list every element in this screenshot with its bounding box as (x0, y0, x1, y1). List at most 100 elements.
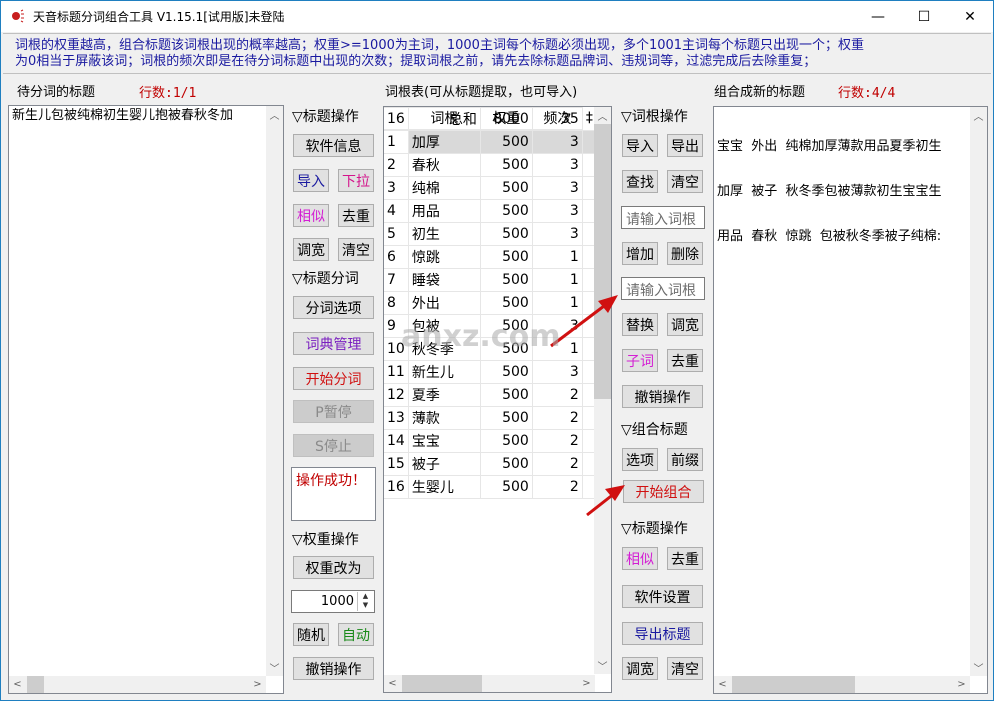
software-info-button[interactable]: 软件信息 (293, 134, 374, 157)
row-frequency[interactable]: 2 (532, 475, 583, 499)
source-horizontal-scrollbar[interactable]: < > (9, 676, 266, 693)
row-word[interactable]: 新生儿 (408, 360, 481, 384)
row-weight[interactable]: 500 (480, 452, 533, 476)
row-frequency[interactable]: 3 (532, 360, 583, 384)
stop-button[interactable]: S停止 (293, 434, 374, 457)
table-row[interactable]: 12 夏季 500 2 (384, 383, 597, 407)
row-word[interactable]: 被子 (408, 452, 481, 476)
scroll-up-icon[interactable]: ︿ (594, 107, 611, 124)
row-index[interactable]: 3 (384, 176, 409, 200)
row-frequency[interactable]: 2 (532, 452, 583, 476)
dedupe-output-button[interactable]: 去重 (667, 547, 703, 570)
row-index[interactable]: 5 (384, 222, 409, 246)
scroll-thumb[interactable] (594, 124, 611, 399)
root-input-1[interactable]: 请输入词根 (621, 206, 705, 229)
row-weight[interactable]: 500 (480, 222, 533, 246)
subword-button[interactable]: 子词 (622, 349, 658, 372)
table-vertical-scrollbar[interactable]: ︿ ﹀ (594, 107, 611, 674)
scroll-left-icon[interactable]: < (384, 675, 401, 692)
weight-value-stepper[interactable]: 1000 ▲ ▼ (291, 590, 375, 613)
table-row[interactable]: 2 春秋 500 3 (384, 153, 597, 177)
table-row[interactable]: 7 睡袋 500 1 (384, 268, 597, 292)
scroll-thumb[interactable] (732, 676, 855, 693)
row-index[interactable]: 7 (384, 268, 409, 292)
delete-root-button[interactable]: 删除 (667, 242, 703, 265)
clear-roots-button[interactable]: 清空 (667, 170, 703, 193)
scroll-right-icon[interactable]: > (953, 676, 970, 693)
row-frequency[interactable]: 3 (532, 153, 583, 177)
row-frequency[interactable]: 3 (532, 130, 583, 154)
row-frequency[interactable]: 2 (532, 383, 583, 407)
start-combine-button[interactable]: 开始组合 (623, 480, 704, 503)
table-row[interactable]: 4 用品 500 3 (384, 199, 597, 223)
table-row[interactable]: 16 生婴儿 500 2 (384, 475, 597, 499)
scroll-thumb[interactable] (402, 675, 482, 692)
scroll-down-icon[interactable]: ﹀ (594, 657, 611, 674)
scroll-down-icon[interactable]: ﹀ (970, 659, 987, 676)
row-word[interactable]: 包被 (408, 314, 481, 338)
dropdown-button[interactable]: 下拉 (338, 169, 374, 192)
close-button[interactable]: ✕ (947, 1, 993, 32)
row-index[interactable]: 12 (384, 383, 409, 407)
combine-options-button[interactable]: 选项 (622, 448, 658, 471)
row-index[interactable]: 4 (384, 199, 409, 223)
row-weight[interactable]: 500 (480, 406, 533, 430)
row-word[interactable]: 初生 (408, 222, 481, 246)
scroll-down-icon[interactable]: ﹀ (266, 659, 283, 676)
row-index[interactable]: 10 (384, 337, 409, 361)
clear-output-button[interactable]: 清空 (667, 657, 703, 680)
row-word[interactable]: 睡袋 (408, 268, 481, 292)
dedupe-roots-button[interactable]: 去重 (667, 349, 703, 372)
random-button[interactable]: 随机 (293, 623, 329, 646)
combined-vertical-scrollbar[interactable]: ︿ ﹀ (970, 107, 987, 676)
row-index[interactable]: 9 (384, 314, 409, 338)
import-roots-button[interactable]: 导入 (622, 134, 658, 157)
row-index[interactable]: 8 (384, 291, 409, 315)
dedupe-titles-button[interactable]: 去重 (338, 204, 374, 227)
scroll-left-icon[interactable]: < (9, 676, 26, 693)
row-word[interactable]: 薄款 (408, 406, 481, 430)
stepper-arrows-icon[interactable]: ▲ ▼ (357, 592, 373, 611)
auto-button[interactable]: 自动 (338, 623, 374, 646)
scroll-thumb[interactable] (27, 676, 44, 693)
table-row[interactable]: 6 惊跳 500 1 (384, 245, 597, 269)
row-frequency[interactable]: 3 (532, 199, 583, 223)
row-index[interactable]: 16 (384, 475, 409, 499)
find-root-button[interactable]: 查找 (622, 170, 658, 193)
clear-titles-button[interactable]: 清空 (338, 238, 374, 261)
widen-table-button[interactable]: 调宽 (667, 313, 703, 336)
row-frequency[interactable]: 3 (532, 222, 583, 246)
row-frequency[interactable]: 2 (532, 406, 583, 430)
dict-manage-button[interactable]: 词典管理 (293, 332, 374, 355)
table-row[interactable]: 13 薄款 500 2 (384, 406, 597, 430)
scroll-up-icon[interactable]: ︿ (266, 106, 283, 123)
scroll-right-icon[interactable]: > (249, 676, 266, 693)
pause-button[interactable]: P暂停 (293, 400, 374, 423)
row-weight[interactable]: 500 (480, 130, 533, 154)
source-vertical-scrollbar[interactable]: ︿ ﹀ (266, 106, 283, 676)
start-seg-button[interactable]: 开始分词 (293, 367, 374, 390)
row-weight[interactable]: 500 (480, 383, 533, 407)
seg-options-button[interactable]: 分词选项 (293, 296, 374, 319)
row-weight[interactable]: 500 (480, 153, 533, 177)
widen-output-button[interactable]: 调宽 (622, 657, 658, 680)
row-index[interactable]: 15 (384, 452, 409, 476)
combined-titles-textarea[interactable]: 宝宝 外出 纯棉加厚薄款用品夏季初生 加厚 被子 秋冬季包被薄款初生宝宝生 用品… (713, 106, 988, 694)
combined-horizontal-scrollbar[interactable]: < > (714, 676, 970, 693)
export-titles-button[interactable]: 导出标题 (622, 622, 703, 645)
table-row[interactable]: 3 纯棉 500 3 (384, 176, 597, 200)
row-weight[interactable]: 500 (480, 268, 533, 292)
scroll-left-icon[interactable]: < (714, 676, 731, 693)
similar-titles-button[interactable]: 相似 (293, 204, 329, 227)
row-word[interactable]: 春秋 (408, 153, 481, 177)
table-horizontal-scrollbar[interactable]: < > (384, 675, 595, 692)
row-weight[interactable]: 500 (480, 429, 533, 453)
weight-change-button[interactable]: 权重改为 (293, 556, 374, 579)
table-row[interactable]: 11 新生儿 500 3 (384, 360, 597, 384)
prefix-button[interactable]: 前缀 (667, 448, 703, 471)
row-index[interactable]: 1 (384, 130, 409, 154)
row-weight[interactable]: 500 (480, 337, 533, 361)
row-word[interactable]: 惊跳 (408, 245, 481, 269)
row-frequency[interactable]: 3 (532, 176, 583, 200)
row-weight[interactable]: 500 (480, 245, 533, 269)
